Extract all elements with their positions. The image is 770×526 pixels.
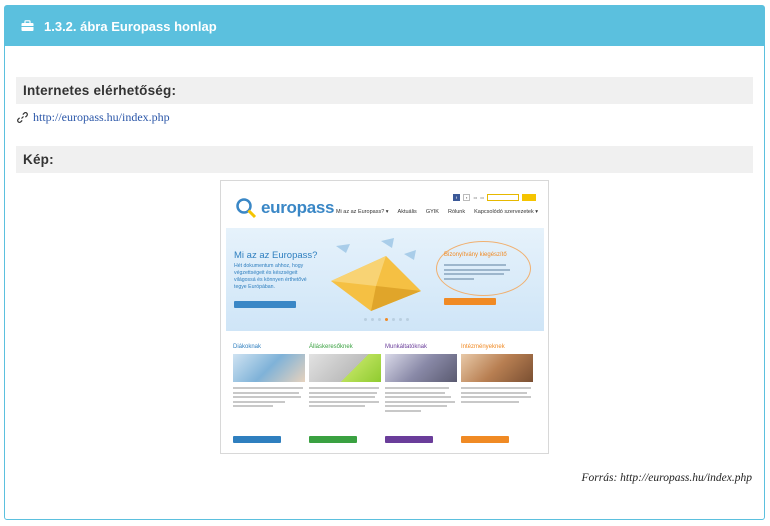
column-institutions: Intézményeknek <box>461 344 533 443</box>
column-button <box>233 436 281 443</box>
nav-item: Rólunk <box>447 209 466 215</box>
column-jobseekers: Álláskeresőknek <box>309 344 381 443</box>
nav-item: Kapcsolódó szervezetek ▾ <box>474 209 538 215</box>
nav-item: GYIK <box>425 209 439 215</box>
facebook-icon: f <box>452 194 461 201</box>
column-title: Intézményeknek <box>461 344 505 350</box>
column-students: Diákoknak <box>233 344 305 443</box>
hero-button <box>234 301 296 308</box>
briefcase-icon <box>21 20 34 31</box>
hero-title: Mi az az Europass? <box>234 250 318 261</box>
hero-banner: Mi az az Europass? Hét dokumentum ahhoz,… <box>226 228 544 331</box>
link-section-heading: Internetes elérhetőség: <box>16 77 753 104</box>
column-image <box>309 354 381 382</box>
link-row: http://europass.hu/index.php <box>17 110 170 125</box>
search-button <box>522 194 536 201</box>
europass-nav: Mi az az Europass? ▾ Aktuális GYIK Rólun… <box>336 209 538 215</box>
paper-plane-illustration <box>331 238 421 311</box>
column-image <box>385 354 457 382</box>
carousel-dot <box>385 318 388 321</box>
flag-icon: ▭ <box>480 195 484 200</box>
carousel-dot <box>392 318 395 321</box>
nav-item: Mi az az Europass? ▾ <box>335 209 389 215</box>
flag-icon: ▭ <box>473 195 478 200</box>
carousel-dot <box>371 318 374 321</box>
column-employers: Munkáltatóknak <box>385 344 457 443</box>
column-title: Diákoknak <box>233 344 262 350</box>
column-text-lines <box>385 387 457 412</box>
column-text-lines <box>461 387 533 403</box>
column-image <box>461 354 533 382</box>
link-icon <box>17 112 28 123</box>
panel-header: 1.3.2. ábra Europass honlap <box>5 6 764 46</box>
nav-item: Aktuális <box>397 209 417 215</box>
figure-panel: 1.3.2. ábra Europass honlap Internetes e… <box>4 5 765 520</box>
source-caption: Forrás: http://europass.hu/index.php <box>581 472 752 484</box>
like-button: ▪ <box>463 194 471 201</box>
europass-logo-text: europass <box>261 198 335 217</box>
carousel-dot <box>364 318 367 321</box>
hero-text: Hét dokumentum ahhoz, hogy végzettségeit… <box>234 263 307 290</box>
column-text-lines <box>309 387 381 407</box>
callout-text-lines <box>444 264 510 280</box>
magnifier-logo-icon <box>236 198 257 219</box>
carousel-dot <box>399 318 402 321</box>
column-title: Munkáltatóknak <box>385 344 428 350</box>
column-button <box>309 436 357 443</box>
carousel-dots <box>364 318 409 321</box>
panel-title: 1.3.2. ábra Europass honlap <box>44 18 217 34</box>
column-button <box>385 436 433 443</box>
column-text-lines <box>233 387 305 407</box>
column-image <box>233 354 305 382</box>
carousel-dot <box>406 318 409 321</box>
callout-button <box>444 298 496 305</box>
top-utility-bar: f ▪ ▭ ▭ <box>452 194 536 201</box>
image-section-heading: Kép: <box>16 146 753 173</box>
search-input <box>487 194 519 201</box>
europass-logo: europass <box>235 197 334 219</box>
column-button <box>461 436 509 443</box>
column-title: Álláskeresőknek <box>309 344 353 350</box>
europass-screenshot: europass f ▪ ▭ ▭ Mi az az Europass? ▾ Ak… <box>220 180 549 454</box>
europass-link[interactable]: http://europass.hu/index.php <box>33 110 170 125</box>
callout-title: Bizonyítvány kiegészítő <box>444 252 507 258</box>
carousel-dot <box>378 318 381 321</box>
